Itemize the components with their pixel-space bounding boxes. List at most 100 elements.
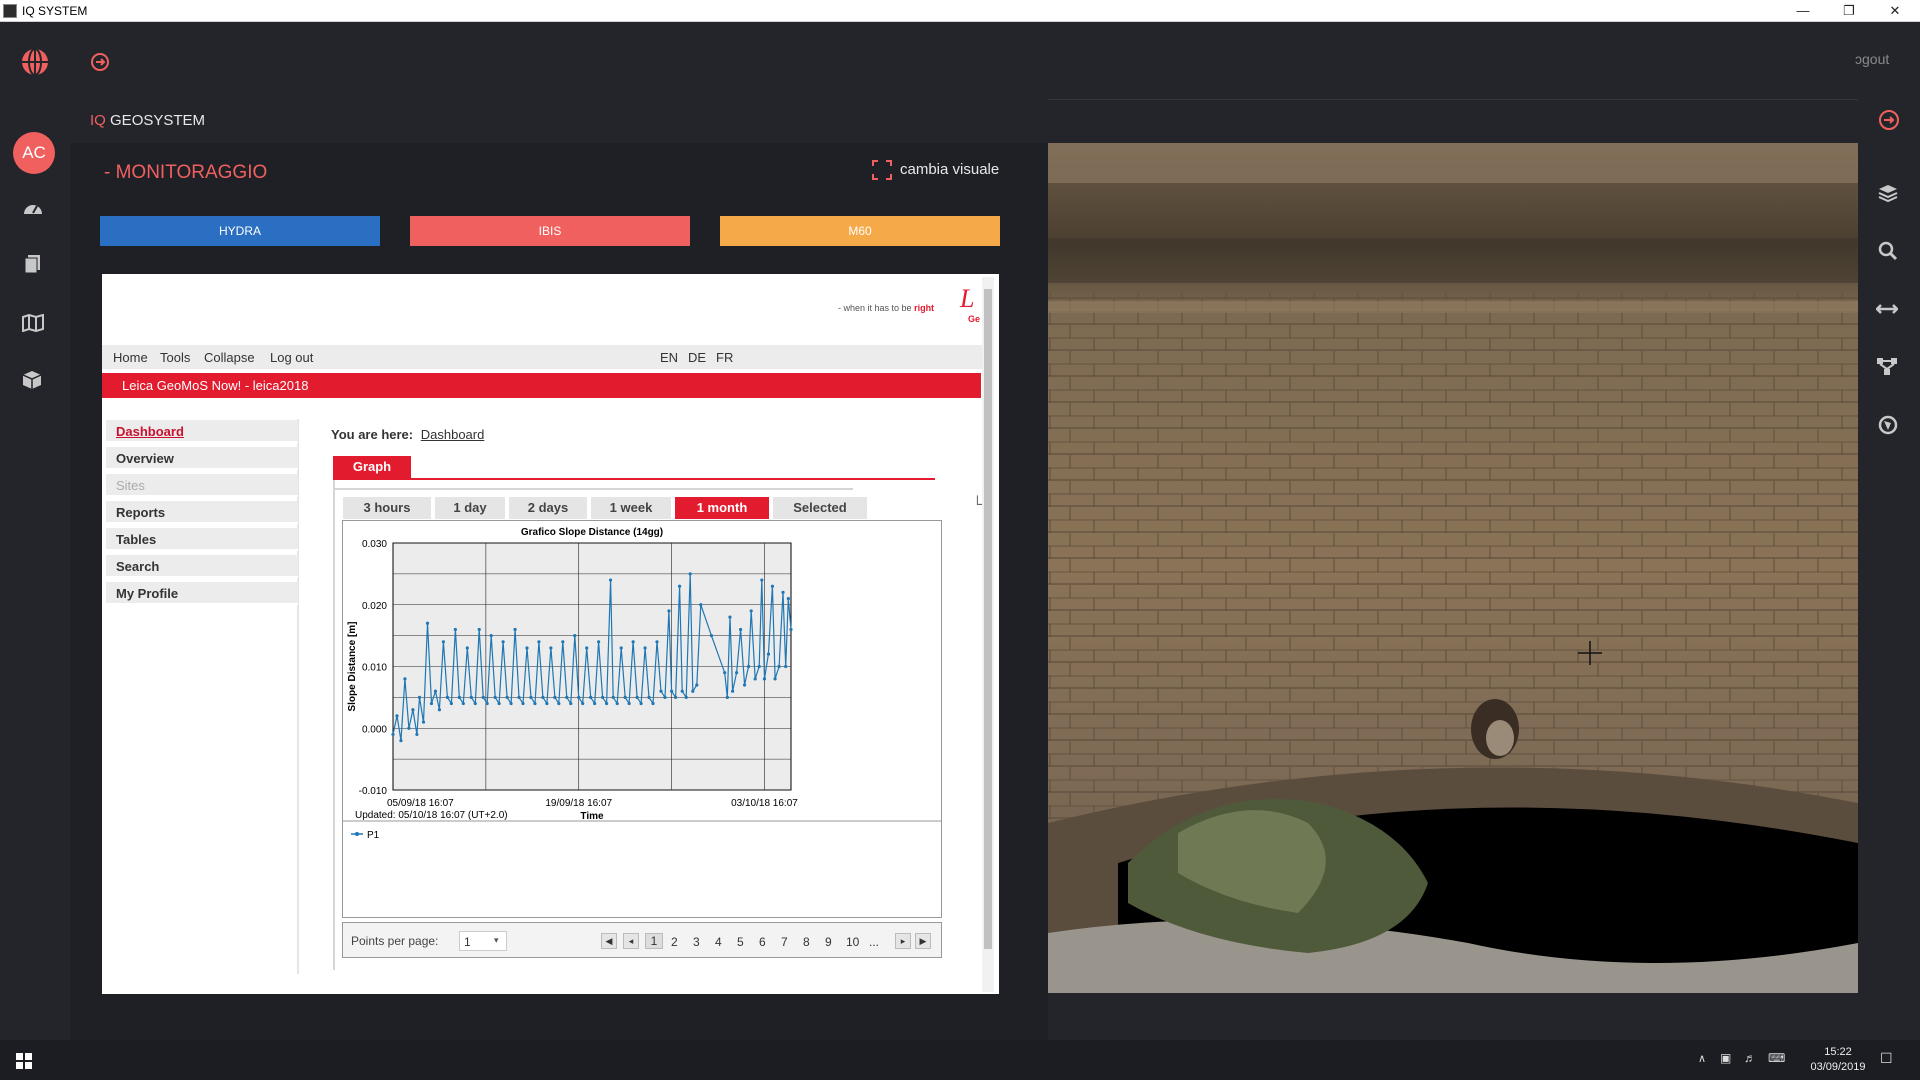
data-point-p1 [513,627,517,632]
cube-icon[interactable] [22,370,42,390]
data-point-p1 [501,640,505,644]
data-point-p1 [597,640,601,644]
points-per-page-select[interactable]: 1 ▾ [459,931,507,951]
globe-icon[interactable] [20,47,50,77]
frame-scrollbar[interactable] [982,277,994,992]
nav-home[interactable]: Home [113,350,148,365]
data-point-p1 [786,596,790,601]
data-point-p1 [481,695,485,699]
data-point-p1 [789,627,793,632]
data-point-p1 [723,671,727,675]
minimize-button[interactable]: — [1780,0,1826,22]
windows-start-icon[interactable] [16,1053,32,1069]
compass-globe-icon[interactable] [1878,415,1898,435]
page-5[interactable]: 5 [737,935,744,949]
range-2-days[interactable]: 2 days [509,497,587,519]
network-icon[interactable] [1876,356,1898,376]
data-point-p1 [677,584,682,588]
page-1[interactable]: 1 [645,933,663,949]
last-page-button[interactable]: ▶ [915,933,931,949]
search-icon[interactable] [1878,241,1898,261]
first-page-button[interactable]: ◀ [601,933,617,949]
page-4[interactable]: 4 [715,935,722,949]
page-9[interactable]: 9 [825,935,832,949]
exit-icon[interactable] [1878,109,1900,131]
brand-name: GEOSYSTEM [110,112,206,129]
data-point-p1 [608,578,613,582]
page-10[interactable]: 10 [846,935,859,949]
keyboard-icon[interactable]: ⌨ [1768,1051,1785,1065]
page-6[interactable]: 6 [759,935,766,949]
measure-distance-icon[interactable] [1876,301,1898,317]
geomos-navbar: Home Tools Collapse Log out EN DE FR [102,345,992,369]
lang-en[interactable]: EN [660,350,678,365]
page-8[interactable]: 8 [803,935,810,949]
data-point-p1 [773,677,777,681]
prev-page-button[interactable]: ◂ [623,933,639,949]
tray-chevron-icon[interactable]: ∧ [1698,1052,1706,1065]
data-point-p1 [604,701,609,706]
data-point-p1 [493,695,497,699]
menu-overview[interactable]: Overview [106,447,298,470]
next-page-button[interactable]: ▸ [895,933,911,949]
map-icon[interactable] [22,314,44,332]
data-point-p1 [601,695,605,699]
menu-tables[interactable]: Tables [106,528,298,551]
data-point-p1 [770,584,775,588]
layers-icon[interactable] [1878,183,1898,203]
volume-icon[interactable]: ♬ [1744,1051,1756,1065]
y-tick-label: 0.000 [362,724,387,735]
login-arrow-icon[interactable] [90,52,110,72]
range-1-week[interactable]: 1 week [591,497,671,519]
avatar[interactable]: AC [13,132,55,174]
network-tray-icon[interactable]: ▣ [1720,1051,1731,1065]
nav-logout[interactable]: Log out [270,350,313,365]
data-point-p1 [415,732,419,737]
y-axis-label: Slope Distance [m] [347,621,358,711]
data-point-p1 [619,646,623,650]
lang-fr[interactable]: FR [716,350,733,365]
clock[interactable]: 15:22 03/09/2019 [1808,1045,1868,1075]
data-point-p1 [473,701,477,706]
page-2[interactable]: 2 [671,935,678,949]
data-point-p1 [403,677,407,681]
menu-reports[interactable]: Reports [106,501,298,524]
data-point-p1 [781,590,785,594]
logout-link[interactable]: ɔgout [1855,51,1889,67]
ibis-button[interactable]: IBIS [410,216,690,246]
data-point-p1 [725,695,729,699]
m60-button[interactable]: M60 [720,216,1000,246]
range-selected[interactable]: Selected [773,497,867,519]
lang-de[interactable]: DE [688,350,706,365]
menu-search[interactable]: Search [106,555,298,578]
brand: IQ GEOSYSTEM [90,112,205,129]
graph-tab-underline [333,478,935,480]
nav-tools[interactable]: Tools [160,350,190,365]
point-cloud-view[interactable] [1048,143,1858,993]
data-point-p1 [541,695,545,699]
hydra-button[interactable]: HYDRA [100,216,380,246]
data-point-p1 [585,646,589,650]
page-3[interactable]: 3 [693,935,700,949]
range-1-day[interactable]: 1 day [435,497,505,519]
data-point-p1 [407,726,411,730]
nav-collapse[interactable]: Collapse [204,350,255,365]
dashboard-gauge-icon[interactable] [22,198,44,218]
scrollbar-thumb[interactable] [984,289,992,949]
range-1-month[interactable]: 1 month [675,497,769,519]
notifications-icon[interactable]: ☐ [1880,1050,1893,1067]
menu-dashboard[interactable]: Dashboard [106,420,298,443]
documents-icon[interactable] [24,254,42,274]
data-point-p1 [525,646,529,650]
data-point-p1 [565,695,569,699]
range-3-hours[interactable]: 3 hours [343,497,431,519]
data-point-p1 [735,671,739,675]
menu-my-profile[interactable]: My Profile [106,582,298,605]
data-point-p1 [611,695,615,699]
page-7[interactable]: 7 [781,935,788,949]
close-button[interactable]: ✕ [1872,0,1918,22]
slope-distance-chart: 0.030 0.020 0.010 0.000 -0.01005/09/18 16:07… [343,527,941,841]
breadcrumb-link[interactable]: Dashboard [421,427,485,442]
restore-button[interactable]: ❐ [1826,0,1872,22]
tab-graph[interactable]: Graph [333,456,411,478]
